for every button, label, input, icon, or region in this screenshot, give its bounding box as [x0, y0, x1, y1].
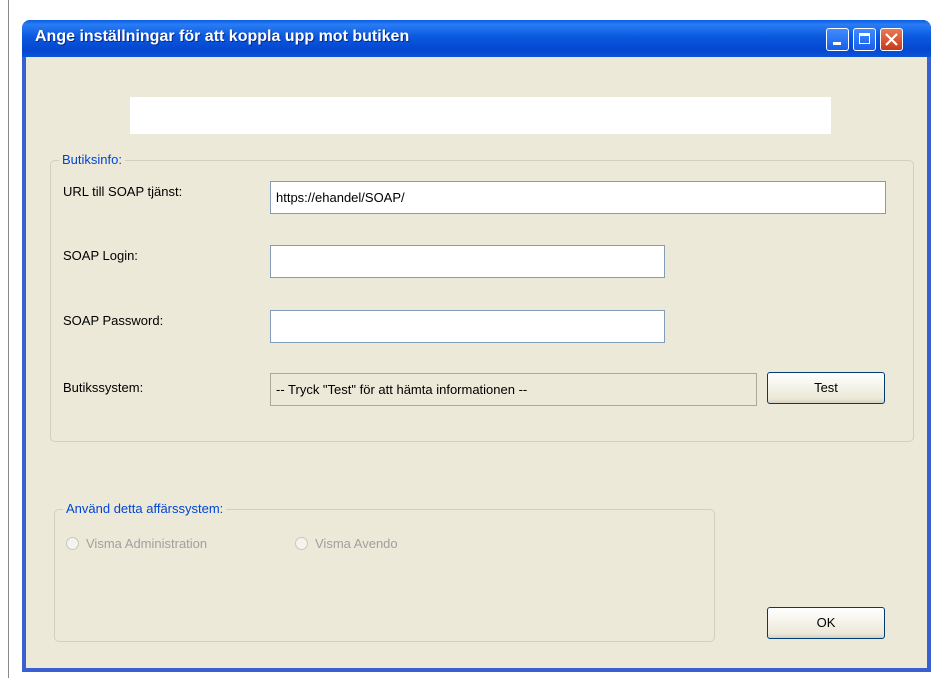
affarssystem-legend: Använd detta affärssystem: [63, 501, 227, 516]
system-label: Butikssystem: [63, 380, 144, 395]
password-input[interactable] [270, 310, 665, 343]
radio-label: Visma Administration [86, 536, 208, 552]
url-input[interactable]: https://ehandel/SOAP/ [270, 181, 886, 214]
close-icon [885, 33, 898, 46]
login-label: SOAP Login: [63, 248, 138, 263]
window-title: Ange inställningar för att koppla upp mo… [35, 28, 410, 45]
header-banner [130, 97, 831, 134]
radio-visma-administration[interactable]: Visma Administration [66, 535, 207, 551]
dialog-client-area: Butiksinfo: URL till SOAP tjänst: https:… [26, 57, 927, 668]
minimize-button[interactable] [826, 28, 849, 51]
background-edge-line [8, 0, 9, 678]
system-readonly-field: -- Tryck "Test" för att hämta informatio… [270, 373, 757, 406]
affarssystem-group: Använd detta affärssystem: [54, 501, 715, 642]
close-button[interactable] [880, 28, 903, 51]
maximize-icon [859, 33, 870, 44]
dialog-window: Ange inställningar för att koppla upp mo… [22, 20, 931, 672]
test-button[interactable]: Test [767, 372, 885, 404]
password-label: SOAP Password: [63, 313, 164, 328]
radio-circle-icon [66, 537, 79, 551]
radio-label: Visma Avendo [315, 536, 398, 552]
login-input[interactable] [270, 245, 665, 278]
radio-visma-avendo[interactable]: Visma Avendo [295, 535, 398, 551]
radio-circle-icon [295, 537, 308, 551]
url-label: URL till SOAP tjänst: [63, 184, 183, 199]
title-bar[interactable]: Ange inställningar för att koppla upp mo… [22, 20, 931, 57]
minimize-icon [833, 42, 841, 45]
maximize-button[interactable] [853, 28, 876, 51]
butiksinfo-legend: Butiksinfo: [59, 152, 125, 167]
ok-button[interactable]: OK [767, 607, 885, 639]
